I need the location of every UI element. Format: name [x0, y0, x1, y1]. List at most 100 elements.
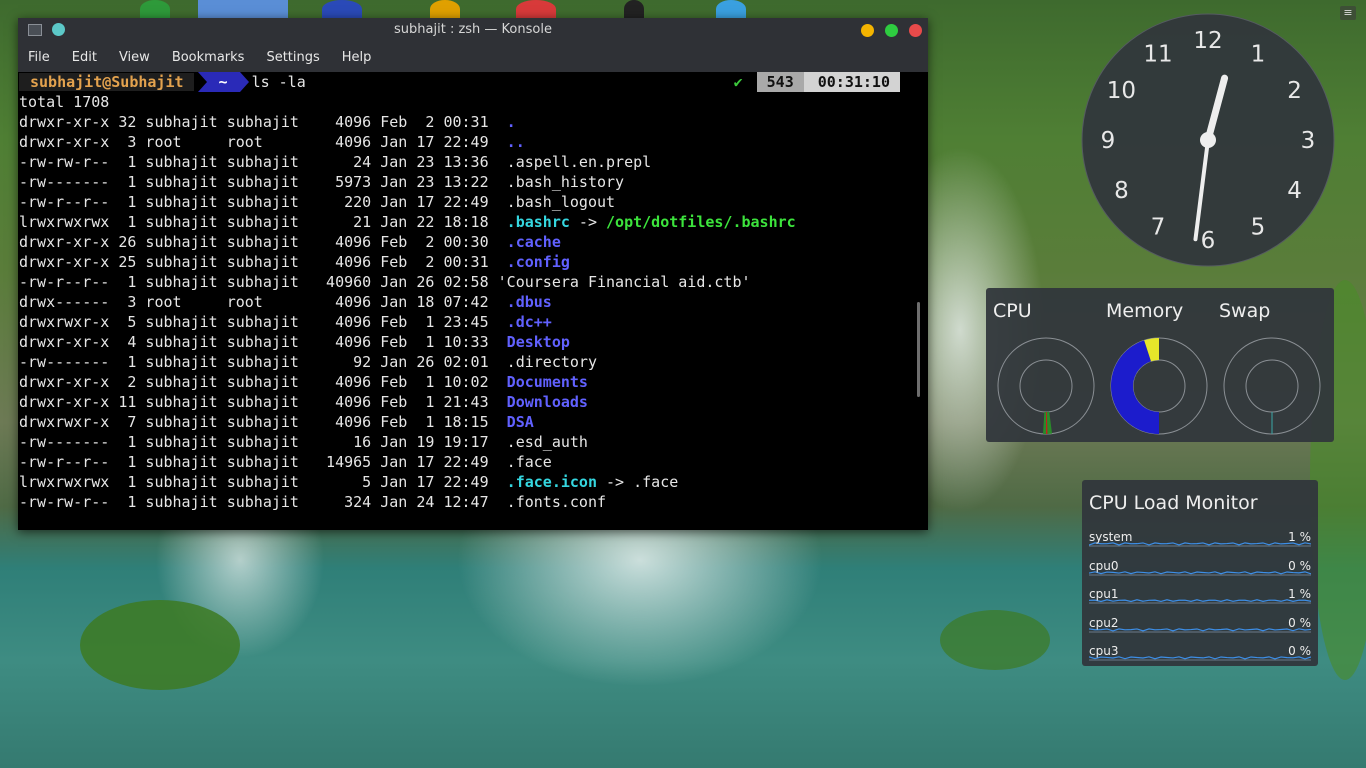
- entry-meta: -rw------- 1 subhajit subhajit 16 Jan 19…: [19, 433, 507, 451]
- menu-bookmarks[interactable]: Bookmarks: [172, 50, 245, 65]
- symlink-arrow: ->: [569, 213, 607, 231]
- memory-gauge-ring: [1132, 359, 1186, 413]
- clock-number: 5: [1251, 215, 1266, 241]
- command-text: ls -la: [251, 73, 306, 91]
- ls-entry: lrwxrwxrwx 1 subhajit subhajit 21 Jan 22…: [19, 212, 928, 232]
- shell-prompt: subhajit@Subhajit ~ ls -la ✔ 543 00:31:10: [19, 72, 928, 92]
- taskbar-app-icon[interactable]: [198, 0, 288, 18]
- scrollbar[interactable]: [917, 302, 920, 397]
- entry-name: .esd_auth: [506, 433, 588, 451]
- right-prompt: ✔ 543 00:31:10: [734, 72, 900, 92]
- entry-name: Documents: [506, 373, 588, 391]
- clock-number: 4: [1287, 178, 1302, 204]
- cpu-load-monitor-title: CPU Load Monitor: [1089, 492, 1258, 514]
- symlink-arrow: ->: [596, 473, 634, 491]
- cpu-load-value: 0 %: [1288, 558, 1311, 573]
- entry-name: .bash_logout: [506, 193, 616, 211]
- ls-listing: drwxr-xr-x 32 subhajit subhajit 4096 Feb…: [19, 112, 928, 512]
- ls-entry: drwxrwxr-x 5 subhajit subhajit 4096 Feb …: [19, 312, 928, 332]
- taskbar-app-icon[interactable]: [624, 0, 644, 18]
- entry-meta: -rw-r--r-- 1 subhajit subhajit 40960 Jan…: [19, 273, 498, 291]
- total-line: total 1708: [19, 93, 110, 111]
- clock-number: 8: [1114, 178, 1129, 204]
- close-button[interactable]: [909, 24, 922, 37]
- entry-meta: drwx------ 3 root root 4096 Jan 18 07:42: [19, 293, 507, 311]
- entry-meta: lrwxrwxrwx 1 subhajit subhajit 21 Jan 22…: [19, 213, 507, 231]
- entry-meta: -rw-rw-r-- 1 subhajit subhajit 24 Jan 23…: [19, 153, 507, 171]
- taskbar-app-icon[interactable]: [140, 0, 170, 18]
- konsole-window: subhajit : zsh — Konsole File Edit View …: [18, 18, 928, 530]
- entry-meta: drwxrwxr-x 5 subhajit subhajit 4096 Feb …: [19, 313, 507, 331]
- entry-meta: drwxr-xr-x 26 subhajit subhajit 4096 Feb…: [19, 233, 507, 251]
- entry-name: .fonts.conf: [506, 493, 607, 511]
- terminal-output[interactable]: subhajit@Subhajit ~ ls -la ✔ 543 00:31:10 …: [18, 72, 928, 512]
- entry-meta: -rw------- 1 subhajit subhajit 92 Jan 26…: [19, 353, 507, 371]
- ls-entry: drwxr-xr-x 4 subhajit subhajit 4096 Feb …: [19, 332, 928, 352]
- menu-edit[interactable]: Edit: [72, 50, 97, 65]
- cpu-load-row: cpu3 0 %: [1089, 642, 1311, 666]
- title-bar[interactable]: subhajit : zsh — Konsole: [18, 18, 928, 42]
- entry-name: .face: [506, 453, 552, 471]
- menu-view[interactable]: View: [119, 50, 150, 65]
- ls-entry: -rw-r--r-- 1 subhajit subhajit 40960 Jan…: [19, 272, 928, 292]
- clock-number: 3: [1301, 128, 1316, 154]
- cpu-load-name: cpu2: [1089, 615, 1119, 630]
- ls-entry: -rw------- 1 subhajit subhajit 92 Jan 26…: [19, 352, 928, 372]
- cpu-load-name: cpu3: [1089, 644, 1119, 658]
- ls-entry: -rw-rw-r-- 1 subhajit subhajit 24 Jan 23…: [19, 152, 928, 172]
- entry-name: Downloads: [506, 393, 588, 411]
- cpu-load-name: cpu0: [1089, 558, 1119, 573]
- menu-settings[interactable]: Settings: [266, 50, 319, 65]
- ls-entry: drwxr-xr-x 11 subhajit subhajit 4096 Feb…: [19, 392, 928, 412]
- clock-number: 10: [1107, 78, 1136, 104]
- entry-meta: drwxr-xr-x 3 root root 4096 Jan 17 22:49: [19, 133, 507, 151]
- taskbar-app-icon[interactable]: [516, 0, 556, 18]
- entry-name: .dc++: [506, 313, 552, 331]
- analog-clock-widget[interactable]: 12 12 3 45 6 78 9 10 11: [1080, 12, 1336, 268]
- entry-name: .bash_history: [506, 173, 625, 191]
- entry-meta: drwxr-xr-x 2 subhajit subhajit 4096 Feb …: [19, 373, 507, 391]
- entry-meta: drwxr-xr-x 4 subhajit subhajit 4096 Feb …: [19, 333, 507, 351]
- entry-meta: -rw-rw-r-- 1 subhajit subhajit 324 Jan 2…: [19, 493, 507, 511]
- entry-name: DSA: [506, 413, 534, 431]
- entry-name: .aspell.en.prepl: [506, 153, 652, 171]
- menu-bar: File Edit View Bookmarks Settings Help: [18, 42, 928, 72]
- cpu-gauge-ring: [1019, 359, 1073, 413]
- ls-entry: -rw-r--r-- 1 subhajit subhajit 14965 Jan…: [19, 452, 928, 472]
- entry-name: Desktop: [506, 333, 570, 351]
- load-sparkline: [1089, 627, 1311, 632]
- ls-entry: -rw-rw-r-- 1 subhajit subhajit 324 Jan 2…: [19, 492, 928, 512]
- cpu-load-row: cpu1 1 %: [1089, 585, 1311, 609]
- clock-number: 2: [1287, 78, 1302, 104]
- entry-name: ..: [506, 133, 525, 151]
- clock-number: 1: [1251, 41, 1266, 67]
- minimize-button[interactable]: [861, 24, 874, 37]
- menu-help[interactable]: Help: [342, 50, 372, 65]
- swap-gauge-ring: [1245, 359, 1299, 413]
- clock-number: 12: [1193, 28, 1222, 54]
- ls-entry: lrwxrwxrwx 1 subhajit subhajit 5 Jan 17 …: [19, 472, 928, 492]
- taskbar-app-icon[interactable]: [322, 0, 362, 18]
- menu-file[interactable]: File: [28, 50, 50, 65]
- cpu-load-row: system 1 %: [1089, 528, 1311, 552]
- clock-number: 11: [1143, 41, 1172, 67]
- ls-entry: drwx------ 3 root root 4096 Jan 18 07:42…: [19, 292, 928, 312]
- load-sparkline: [1089, 599, 1311, 604]
- entry-meta: -rw------- 1 subhajit subhajit 5973 Jan …: [19, 173, 507, 191]
- cpu-load-name: cpu1: [1089, 587, 1119, 601]
- maximize-button[interactable]: [885, 24, 898, 37]
- taskbar-app-icon[interactable]: [716, 0, 746, 18]
- cpu-load-value: 1 %: [1288, 530, 1311, 544]
- hamburger-menu-icon[interactable]: ≡: [1340, 6, 1356, 20]
- symlink-target: /opt/dotfiles/.bashrc: [606, 213, 796, 231]
- entry-name: .dbus: [506, 293, 552, 311]
- ls-entry: -rw------- 1 subhajit subhajit 16 Jan 19…: [19, 432, 928, 452]
- taskbar-app-icon[interactable]: [430, 0, 460, 18]
- history-number: 543: [756, 72, 804, 92]
- ls-entry: drwxr-xr-x 25 subhajit subhajit 4096 Feb…: [19, 252, 928, 272]
- system-monitor-widget: CPU Memory Swap: [986, 288, 1334, 442]
- cpu-usage-arc: [1042, 411, 1053, 434]
- entry-name: 'Coursera Financial aid.ctb': [497, 273, 751, 291]
- ls-entry: drwxr-xr-x 2 subhajit subhajit 4096 Feb …: [19, 372, 928, 392]
- entry-name: .directory: [506, 353, 597, 371]
